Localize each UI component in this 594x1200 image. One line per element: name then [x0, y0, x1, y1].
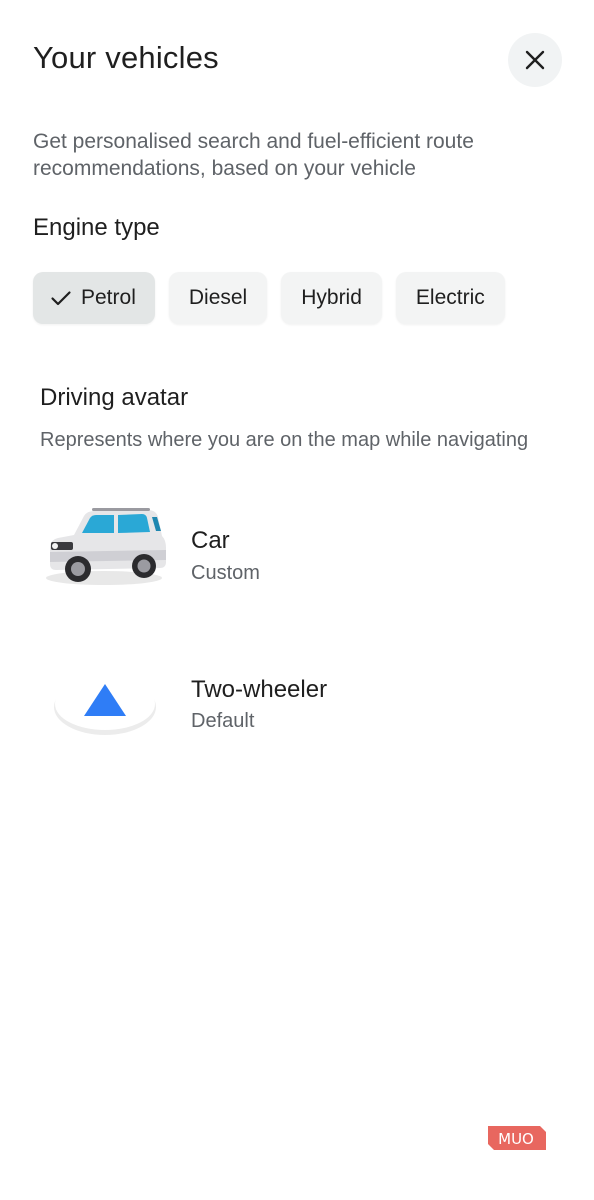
close-button[interactable]	[508, 33, 562, 87]
chip-label: Diesel	[188, 286, 248, 309]
avatar-option-name: Two-wheeler	[191, 676, 328, 703]
chip-label: Electric	[415, 286, 485, 309]
avatar-option-car[interactable]: Car Custom	[0, 500, 594, 610]
chip-electric[interactable]: Electric	[395, 272, 505, 324]
page-title: Your vehicles	[33, 40, 219, 75]
avatar-option-detail: Default	[191, 710, 255, 732]
check-icon	[51, 291, 71, 306]
chip-diesel[interactable]: Diesel	[168, 272, 268, 324]
chip-petrol[interactable]: Petrol	[33, 272, 155, 324]
header: Your vehicles	[0, 0, 594, 120]
chip-label: Hybrid	[301, 286, 362, 309]
chip-hybrid[interactable]: Hybrid	[281, 272, 382, 324]
car-icon	[46, 508, 166, 585]
engine-type-chips: Petrol Diesel Hybrid Electric	[33, 272, 505, 326]
engine-type-heading: Engine type	[33, 214, 160, 241]
close-icon	[525, 50, 545, 70]
avatar-option-two-wheeler[interactable]: Two-wheeler Default	[0, 648, 594, 758]
svg-text:MUO: MUO	[498, 1130, 534, 1148]
avatar-option-name: Car	[191, 527, 230, 554]
driving-avatar-heading: Driving avatar	[40, 384, 189, 411]
description-text: Get personalised search and fuel-efficie…	[33, 130, 474, 180]
driving-avatar-subtitle: Represents where you are on the map whil…	[40, 429, 529, 451]
avatar-option-detail: Custom	[191, 562, 260, 584]
navigation-arrow-icon	[54, 678, 156, 735]
chip-label: Petrol	[81, 286, 136, 309]
muo-watermark-logo: MUO	[488, 1126, 546, 1150]
